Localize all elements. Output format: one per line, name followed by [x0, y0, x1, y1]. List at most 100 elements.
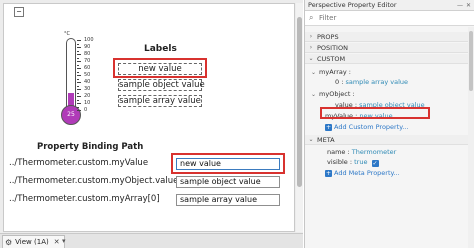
- scale-tick-label: 70: [84, 58, 91, 64]
- category-props[interactable]: › PROPS: [305, 32, 469, 42]
- prop-my-object[interactable]: ⌄ myObject :: [311, 90, 355, 99]
- scale-minor-tick: [77, 57, 79, 59]
- chevron-down-icon: ⌄: [308, 55, 314, 62]
- scale-tick-label: 10: [84, 100, 91, 106]
- gear-icon[interactable]: ⚙: [5, 238, 12, 247]
- visible-checkbox[interactable]: ✓: [371, 160, 379, 167]
- view-tab-bar: ⚙ View (1A) ✕ ▾: [0, 233, 303, 248]
- scale-tick: [77, 61, 81, 62]
- prop-value: true: [354, 158, 368, 166]
- prop-name[interactable]: name : Thermometer: [327, 148, 396, 157]
- category-label: META: [317, 135, 335, 144]
- add-meta-property-link[interactable]: + Add Meta Property...: [325, 169, 400, 178]
- property-binding-heading: Property Binding Path: [37, 142, 144, 152]
- prop-key: myArray :: [319, 68, 351, 76]
- scale-minor-tick: [77, 85, 79, 87]
- prop-key: visible :: [327, 158, 353, 166]
- prop-my-array[interactable]: ⌄ myArray :: [311, 68, 351, 77]
- my-array-field[interactable]: sample array value: [176, 194, 280, 206]
- scale-tick-label: 40: [84, 79, 91, 85]
- prop-value[interactable]: sample array value: [345, 78, 408, 86]
- property-editor-scrollbar[interactable]: [468, 27, 474, 248]
- plus-icon: +: [325, 124, 332, 131]
- my-object-field[interactable]: sample object value: [176, 176, 280, 188]
- collapse-icon[interactable]: −: [14, 7, 24, 17]
- link-label: Add Custom Property...: [334, 123, 409, 131]
- app-root: − °C 25 100 90 80 70 60 50 40 30 20 10 0 Labels ne…: [0, 0, 474, 248]
- scale-tick-label: 50: [84, 72, 91, 78]
- scale-tick: [77, 103, 81, 104]
- close-icon[interactable]: ✕: [54, 238, 60, 246]
- close-panel-icon[interactable]: ✕: [466, 2, 471, 9]
- label-my-array[interactable]: sample array value: [118, 95, 202, 107]
- view-canvas[interactable]: − °C 25 100 90 80 70 60 50 40 30 20 10 0 Labels ne…: [3, 3, 295, 232]
- scale-tick: [77, 96, 81, 97]
- scale-tick-label: 90: [84, 44, 91, 50]
- scale-tick-label: 20: [84, 93, 91, 99]
- chevron-down-icon: ⌄: [308, 136, 314, 143]
- thermometer-unit: °C: [64, 31, 70, 37]
- scale-tick: [77, 82, 81, 83]
- scale-tick-label: 100: [84, 37, 94, 43]
- prop-key: myObject :: [319, 90, 355, 98]
- category-meta[interactable]: ⌄ META: [305, 135, 469, 145]
- highlight-box: [171, 153, 285, 174]
- prop-key: 0 :: [335, 78, 344, 86]
- scale-minor-tick: [77, 64, 79, 66]
- chevron-down-icon[interactable]: ⌄: [311, 69, 316, 76]
- prop-visible[interactable]: visible : true ✓: [327, 158, 379, 167]
- highlight-box: [113, 58, 207, 78]
- binding-path-my-object: ../Thermometer.custom.myObject.value: [9, 176, 179, 186]
- scrollbar-thumb[interactable]: [469, 31, 473, 91]
- highlight-box: [320, 107, 430, 119]
- property-editor-header: Perspective Property Editor — ✕: [305, 0, 474, 11]
- chevron-right-icon: ›: [309, 33, 313, 40]
- scale-minor-tick: [77, 50, 79, 52]
- binding-path-my-value: ../Thermometer.custom.myValue: [9, 158, 149, 168]
- search-icon: ⌕: [309, 13, 314, 22]
- chevron-down-icon[interactable]: ▾: [62, 237, 66, 245]
- designer-scrollbar[interactable]: [296, 3, 303, 232]
- scale-minor-tick: [77, 43, 79, 45]
- thermometer[interactable]: °C 25 100 90 80 70 60 50 40 30 20 10 0: [56, 30, 106, 128]
- add-custom-property-link[interactable]: + Add Custom Property...: [325, 123, 408, 132]
- category-label: POSITION: [317, 43, 348, 52]
- chevron-down-icon[interactable]: ⌄: [311, 91, 316, 98]
- designer-area: − °C 25 100 90 80 70 60 50 40 30 20 10 0 Labels ne…: [0, 0, 303, 248]
- scale-minor-tick: [77, 92, 79, 94]
- scale-minor-tick: [77, 99, 79, 101]
- scale-tick: [77, 40, 81, 41]
- thermometer-bulb: 25: [61, 105, 81, 125]
- labels-heading: Labels: [144, 44, 177, 54]
- scale-tick-label: 80: [84, 51, 91, 57]
- prop-value[interactable]: Thermometer: [352, 148, 397, 156]
- panel-title: Perspective Property Editor: [308, 1, 397, 9]
- minimize-icon[interactable]: —: [457, 2, 463, 9]
- scale-tick: [77, 89, 81, 90]
- binding-path-my-array: ../Thermometer.custom.myArray[0]: [9, 194, 160, 204]
- scale-tick-label: 0: [84, 107, 88, 113]
- scale-tick: [77, 110, 81, 111]
- scale-tick-label: 60: [84, 65, 91, 71]
- category-label: PROPS: [317, 32, 339, 41]
- chevron-right-icon: ›: [309, 44, 313, 51]
- tab-label: View (1A): [15, 238, 49, 246]
- scale-minor-tick: [77, 106, 79, 108]
- scale-minor-tick: [77, 71, 79, 73]
- filter-input[interactable]: [319, 14, 459, 22]
- category-custom[interactable]: ⌄ CUSTOM: [305, 54, 469, 64]
- scale-tick: [77, 75, 81, 76]
- scale-tick: [77, 54, 81, 55]
- prop-key: name :: [327, 148, 350, 156]
- plus-icon: +: [325, 170, 332, 177]
- link-label: Add Meta Property...: [334, 169, 400, 177]
- scrollbar-thumb[interactable]: [297, 17, 302, 187]
- prop-my-array-0[interactable]: 0 : sample array value: [335, 78, 408, 87]
- scale-tick: [77, 47, 81, 48]
- property-editor: Perspective Property Editor — ✕ ⌕ › PROP…: [304, 0, 474, 248]
- label-my-object[interactable]: sample object value: [118, 79, 205, 91]
- tab-view[interactable]: ⚙ View (1A) ✕: [2, 235, 65, 248]
- category-position[interactable]: › POSITION: [305, 43, 469, 53]
- category-label: CUSTOM: [317, 54, 346, 63]
- scale-tick-label: 30: [84, 86, 91, 92]
